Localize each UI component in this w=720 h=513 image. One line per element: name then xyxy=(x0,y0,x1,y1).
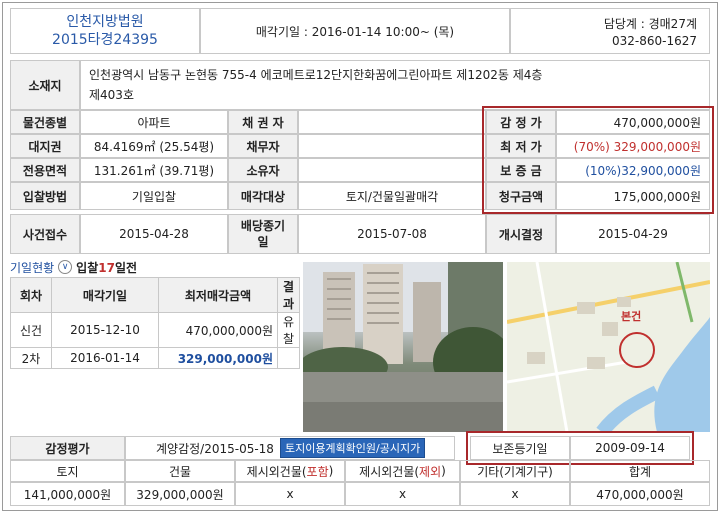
table-row: 신건 2015-12-10 470,000,000원 유찰 xyxy=(10,312,300,348)
min-price-label: 최 저 가 xyxy=(486,134,556,158)
owner-value xyxy=(298,158,486,182)
land-value: 84.4169㎡ (25.54평) xyxy=(80,134,228,158)
extra-incl-prefix: 제시외건물( xyxy=(246,464,307,479)
address-value-cell: 인천광역시 남동구 논현동 755-4 에코메트로12단지한화꿈에그린아파트 제… xyxy=(80,60,710,110)
sale-date: 매각기일 : 2016-01-14 10:00~ (목) xyxy=(255,24,455,39)
breakdown-extra-excl-header: 제시외건물(제외) xyxy=(345,460,460,482)
apartment-photo-graphic xyxy=(303,262,503,432)
history-col-round: 회차 xyxy=(10,277,52,313)
address-label: 소재지 xyxy=(10,60,80,110)
min-price-value: (70%) 329,000,000원 xyxy=(556,134,710,158)
map-marker-label: 본건 xyxy=(621,310,642,323)
location-map[interactable]: 본건 xyxy=(507,262,710,432)
debtor-value xyxy=(298,134,486,158)
round-cell: 2차 xyxy=(10,347,52,369)
owner-label: 소유자 xyxy=(228,158,298,182)
appraisal-eval-cell: 계양감정/2015-05-18 토지이용계획확인원/공시지가 xyxy=(125,436,455,460)
land-plan-button[interactable]: 토지이용계획확인원/공시지가 xyxy=(279,438,426,458)
claim-value: 175,000,000원 xyxy=(556,182,710,210)
appraisal-label: 감 정 가 xyxy=(486,110,556,134)
map-graphic xyxy=(507,262,710,432)
deposit-label: 보 증 금 xyxy=(486,158,556,182)
breakdown-extra-excl-value: x xyxy=(345,482,460,506)
price-cell: 470,000,000원 xyxy=(158,312,278,348)
header-court-cell: 인천지방법원 2015타경24395 xyxy=(10,8,200,54)
receipt-value: 2015-04-28 xyxy=(80,214,228,254)
preservation-reg-value: 2009-09-14 xyxy=(570,436,690,460)
round-cell: 신건 xyxy=(10,312,52,348)
history-toggle-icon[interactable]: ∨ xyxy=(58,260,73,274)
header-dept-cell: 담당계 : 경매27계 032-860-1627 xyxy=(510,8,710,54)
receipt-label: 사건접수 xyxy=(10,214,80,254)
breakdown-building-value: 329,000,000원 xyxy=(125,482,235,506)
start-decision-value: 2015-04-29 xyxy=(556,214,710,254)
type-value: 아파트 xyxy=(80,110,228,134)
history-header-row: 회차 매각기일 최저매각금액 결과 xyxy=(10,277,300,313)
history-col-price: 최저매각금액 xyxy=(158,277,278,313)
breakdown-land-header: 토지 xyxy=(10,460,125,482)
dividend-value: 2015-07-08 xyxy=(298,214,486,254)
dividend-label: 배당종기 일 xyxy=(228,214,298,254)
result-cell: 유찰 xyxy=(277,312,300,348)
bid-method-value: 기일입찰 xyxy=(80,182,228,210)
history-col-date: 매각기일 xyxy=(51,277,159,313)
extra-excl-suffix: ) xyxy=(441,464,446,478)
bid-countdown-days: 17 xyxy=(98,260,115,275)
area-value: 131.261㎡ (39.71평) xyxy=(80,158,228,182)
extra-incl-suffix: ) xyxy=(328,464,334,478)
debtor-label: 채무자 xyxy=(228,134,298,158)
creditor-label: 채 권 자 xyxy=(228,110,298,134)
table-row: 2차 2016-01-14 329,000,000원 xyxy=(10,347,300,369)
breakdown-extra-incl-value: x xyxy=(235,482,345,506)
preservation-reg-label: 보존등기일 xyxy=(470,436,570,460)
appraisal-eval-value: 계양감정/2015-05-18 xyxy=(156,441,274,456)
creditor-value xyxy=(298,110,486,134)
breakdown-machine-value: x xyxy=(460,482,570,506)
bid-countdown-prefix: 입찰 xyxy=(76,260,99,275)
address-line-2: 제403호 xyxy=(89,88,134,102)
extra-excl-word: 제외 xyxy=(419,464,442,479)
appraisal-value: 470,000,000원 xyxy=(556,110,710,134)
bid-countdown: 입찰17일전 xyxy=(76,259,137,276)
extra-incl-word: 포함 xyxy=(306,464,329,479)
type-label: 물건종별 xyxy=(10,110,80,134)
header-sale-date-cell: 매각기일 : 2016-01-14 10:00~ (목) xyxy=(200,8,510,54)
breakdown-land-value: 141,000,000원 xyxy=(10,482,125,506)
area-label: 전용면적 xyxy=(10,158,80,182)
property-photo[interactable] xyxy=(303,262,503,432)
sale-target-label: 매각대상 xyxy=(228,182,298,210)
date-cell: 2016-01-14 xyxy=(51,347,159,369)
court-name: 인천지방법원 xyxy=(66,14,144,30)
result-cell xyxy=(277,347,300,369)
land-label: 대지권 xyxy=(10,134,80,158)
start-decision-label: 개시결정 xyxy=(486,214,556,254)
breakdown-total-header: 합계 xyxy=(570,460,710,482)
date-cell: 2015-12-10 xyxy=(51,312,159,348)
bid-countdown-suffix: 일전 xyxy=(114,260,138,275)
breakdown-machine-header: 기타(기계기구) xyxy=(460,460,570,482)
deposit-value: (10%)32,900,000원 xyxy=(556,158,710,182)
address-line-1: 인천광역시 남동구 논현동 755-4 에코메트로12단지한화꿈에그린아파트 제… xyxy=(89,68,543,82)
sale-target-value: 토지/건물일괄매각 xyxy=(298,182,486,210)
claim-label: 청구금액 xyxy=(486,182,556,210)
history-title[interactable]: 기일현황 xyxy=(10,259,54,276)
extra-excl-prefix: 제시외건물( xyxy=(359,464,420,479)
breakdown-total-value: 470,000,000원 xyxy=(570,482,710,506)
bid-method-label: 입찰방법 xyxy=(10,182,80,210)
dept: 담당계 : 경매27계 xyxy=(603,17,697,31)
dividend-label-line-1: 배당종기 xyxy=(240,219,286,233)
case-number: 2015타경24395 xyxy=(52,32,158,48)
breakdown-building-header: 건물 xyxy=(125,460,235,482)
history-header: 기일현황 ∨ 입찰17일전 xyxy=(10,259,137,275)
breakdown-extra-incl-header: 제시외건물(포함) xyxy=(235,460,345,482)
history-col-result: 결과 xyxy=(277,277,300,313)
dividend-label-line-2: 일 xyxy=(257,235,269,249)
appraisal-eval-label: 감정평가 xyxy=(10,436,125,460)
history-table: 회차 매각기일 최저매각금액 결과 신건 2015-12-10 470,000,… xyxy=(10,277,300,369)
phone: 032-860-1627 xyxy=(611,34,697,48)
price-cell: 329,000,000원 xyxy=(158,347,278,369)
